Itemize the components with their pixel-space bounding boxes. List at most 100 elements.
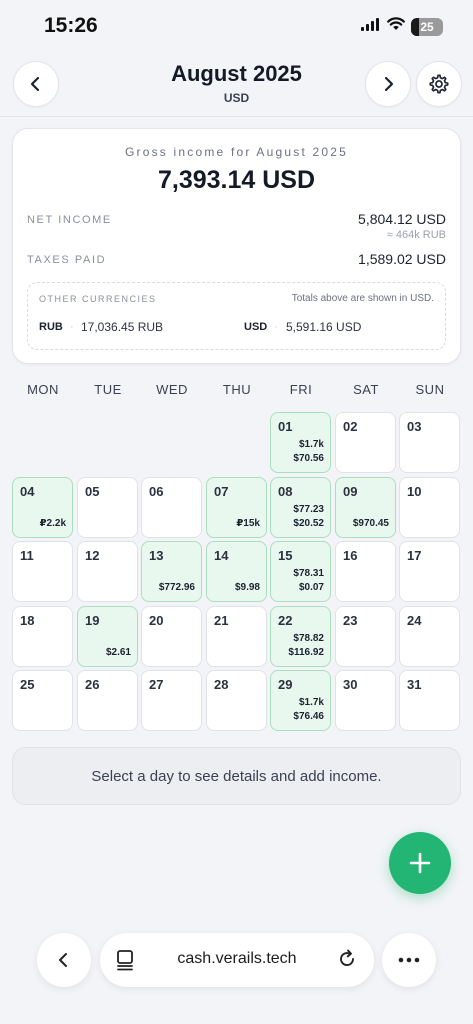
day-amounts: $2.61 [106, 646, 131, 660]
other-currencies-box: OTHER CURRENCIES Totals above are shown … [27, 282, 446, 350]
calendar-day[interactable]: 11 [12, 541, 73, 602]
calendar-day[interactable]: 25 [12, 670, 73, 731]
calendar-day[interactable]: 03 [399, 412, 460, 473]
day-amount: $76.46 [293, 711, 324, 722]
calendar-day[interactable]: 20 [141, 606, 202, 667]
calendar-day[interactable]: 09 $970.45 [335, 477, 396, 538]
gross-income-value: 7,393.14 USD [157, 166, 316, 194]
calendar-day[interactable]: 16 [335, 541, 396, 602]
calendar-day[interactable]: 22 $78.82 $116.92 [270, 606, 331, 667]
day-number: 10 [407, 484, 422, 499]
day-amount: $1.7k [298, 697, 324, 708]
calendar-day[interactable]: 31 [399, 670, 460, 731]
day-amount: $116.92 [288, 647, 324, 658]
calendar-day[interactable]: 10 [399, 477, 460, 538]
browser-url-bar[interactable]: cash.verails.tech [100, 933, 374, 987]
day-number: 16 [343, 548, 358, 563]
day-number: 02 [343, 419, 358, 434]
day-number: 30 [343, 677, 358, 692]
weekday-1: TUE [94, 382, 122, 397]
day-amount: $9.98 [234, 582, 260, 593]
day-number: 14 [214, 548, 229, 563]
currency-code-usd: USD [244, 321, 268, 333]
day-number: 22 [278, 613, 293, 628]
day-amounts: $78.31 $0.07 [293, 567, 324, 595]
net-income-label: NET INCOME [27, 214, 112, 226]
weekday-0: MON [27, 382, 59, 397]
net-income-approx: ≈ 464k RUB [386, 229, 446, 241]
day-number: 29 [278, 677, 293, 692]
day-amounts: $78.82 $116.92 [288, 632, 324, 660]
calendar-day[interactable]: 19 $2.61 [77, 606, 138, 667]
browser-back-button[interactable] [37, 933, 91, 987]
day-amounts: ₽15k [236, 517, 260, 531]
calendar-day[interactable]: 04 ₽2.2k [12, 477, 73, 538]
day-amount: $78.31 [293, 568, 324, 579]
wifi-icon [387, 17, 405, 36]
day-amount: $1.7k [298, 439, 324, 450]
chevron-right-icon [384, 76, 394, 92]
weekday-4: FRI [289, 382, 313, 397]
day-number: 28 [214, 677, 229, 692]
reload-icon[interactable] [336, 948, 358, 970]
status-bar: 15:26 25 [0, 0, 473, 52]
header-divider [0, 116, 473, 117]
currency-code-rub: RUB [39, 321, 63, 333]
battery-level: 25 [420, 19, 434, 34]
calendar-day[interactable]: 21 [206, 606, 267, 667]
calendar-day[interactable]: 06 [141, 477, 202, 538]
day-amounts: $1.7k $76.46 [293, 696, 324, 724]
day-number: 20 [149, 613, 164, 628]
day-amounts: $77.23 $20.52 [293, 503, 324, 531]
calendar-day[interactable]: 02 [335, 412, 396, 473]
net-income-value: 5,804.12 USD [358, 211, 446, 227]
day-number: 12 [85, 548, 100, 563]
gear-icon [429, 74, 449, 94]
calendar-day[interactable]: 14 $9.98 [206, 541, 267, 602]
calendar-day[interactable]: 07 ₽15k [206, 477, 267, 538]
day-number: 27 [149, 677, 164, 692]
day-amount: $70.56 [293, 453, 324, 464]
day-amount: $970.45 [352, 518, 389, 529]
calendar-day[interactable]: 17 [399, 541, 460, 602]
day-number: 31 [407, 677, 422, 692]
day-amounts: $1.7k $70.56 [293, 438, 324, 466]
calendar-day[interactable]: 30 [335, 670, 396, 731]
day-number: 21 [214, 613, 229, 628]
day-number: 04 [20, 484, 35, 499]
calendar-day[interactable]: 23 [335, 606, 396, 667]
calendar-day[interactable]: 27 [141, 670, 202, 731]
separator-dot: · [274, 321, 278, 333]
calendar-day[interactable]: 01 $1.7k $70.56 [270, 412, 331, 473]
calendar-day[interactable]: 26 [77, 670, 138, 731]
calendar-day[interactable]: 28 [206, 670, 267, 731]
day-amounts: ₽2.2k [40, 517, 66, 531]
day-number: 07 [214, 484, 229, 499]
calendar-day[interactable]: 24 [399, 606, 460, 667]
day-number: 01 [278, 419, 293, 434]
day-amount: ₽15k [236, 518, 260, 529]
add-income-button[interactable] [389, 832, 451, 894]
day-amount: $772.96 [158, 582, 195, 593]
taxes-paid-label: TAXES PAID [27, 254, 107, 266]
plus-icon [409, 852, 431, 874]
calendar-day[interactable]: 12 [77, 541, 138, 602]
chevron-left-icon [59, 953, 67, 967]
calendar-day[interactable]: 18 [12, 606, 73, 667]
taxes-paid-value: 1,589.02 USD [358, 251, 446, 267]
weekday-5: SAT [353, 382, 379, 397]
calendar-day[interactable]: 15 $78.31 $0.07 [270, 541, 331, 602]
day-amount: $20.52 [293, 518, 324, 529]
weekday-6: SUN [415, 382, 445, 397]
calendar-day[interactable]: 08 $77.23 $20.52 [270, 477, 331, 538]
browser-more-button[interactable] [382, 933, 436, 987]
calendar-day[interactable]: 29 $1.7k $76.46 [270, 670, 331, 731]
settings-button[interactable] [416, 61, 462, 107]
signal-icon [361, 17, 381, 36]
calendar-day[interactable]: 13 $772.96 [141, 541, 202, 602]
day-number: 18 [20, 613, 35, 628]
day-number: 11 [20, 548, 34, 563]
next-month-button[interactable] [365, 61, 411, 107]
day-number: 08 [278, 484, 293, 499]
calendar-day[interactable]: 05 [77, 477, 138, 538]
